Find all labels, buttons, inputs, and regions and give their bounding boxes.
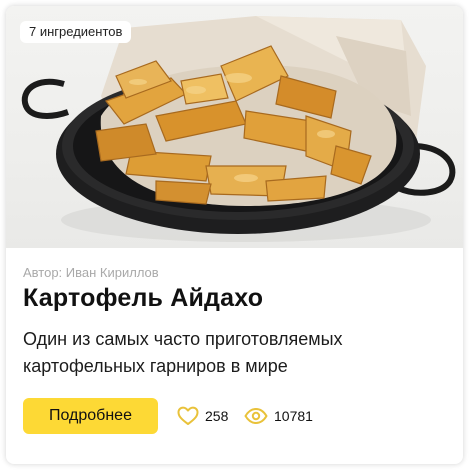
author-label: Автор: Иван Кириллов <box>23 265 159 280</box>
likes-count: 258 <box>205 408 229 424</box>
more-details-button[interactable]: Подробнее <box>23 398 158 434</box>
eye-icon <box>244 408 268 424</box>
views-count: 10781 <box>274 408 313 424</box>
recipe-card[interactable]: 7 ингредиентов Автор: Иван Кириллов Карт… <box>6 6 463 464</box>
likes-counter[interactable]: 258 <box>177 406 228 426</box>
recipe-photo: 7 ингредиентов <box>6 6 463 248</box>
ingredients-badge: 7 ингредиентов <box>20 21 132 43</box>
views-counter: 10781 <box>244 406 313 426</box>
recipe-title[interactable]: Картофель Айдахо <box>23 284 263 313</box>
recipe-description: Один из самых часто приготовляемых карто… <box>23 329 343 376</box>
heart-icon <box>177 406 199 425</box>
